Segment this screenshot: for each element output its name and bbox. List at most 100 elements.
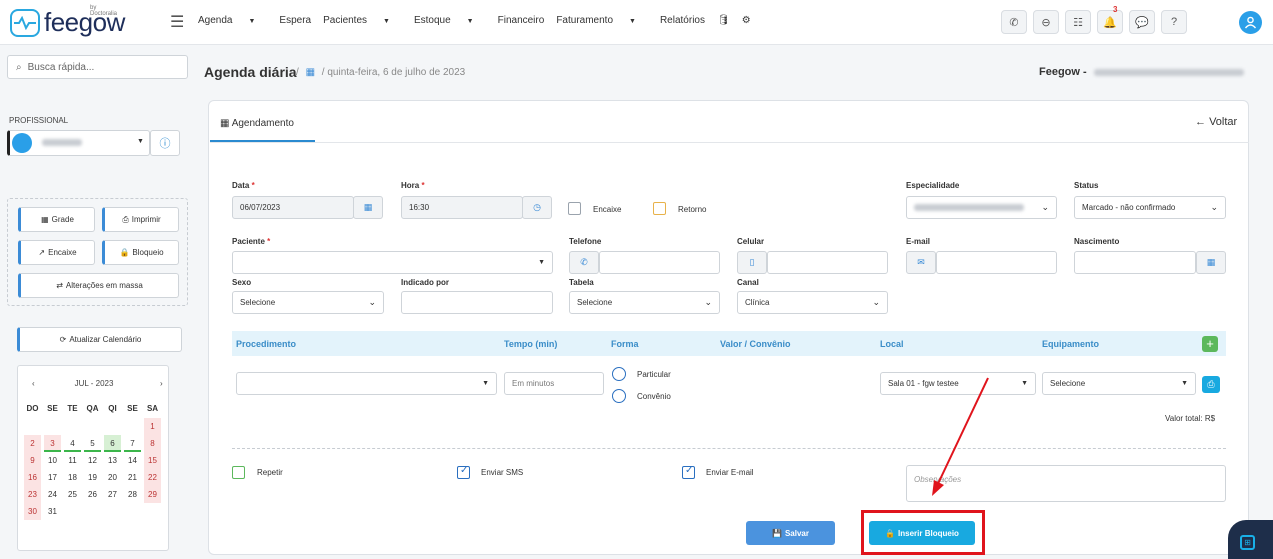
list-icon[interactable]: ☷ [1065,10,1091,34]
sexo-select[interactable]: Selecione ⌄ [232,291,384,314]
calendar-day[interactable]: 19 [84,469,101,486]
col-local: Local [880,339,904,349]
calendar-day[interactable]: 9 [24,452,41,469]
nav-financeiro[interactable]: Financeiro [498,15,545,26]
nav-estoque[interactable]: Estoque ▼ [414,15,486,26]
help-icon[interactable]: ? [1161,10,1187,34]
celular-label: Celular [737,237,765,246]
add-procedure-button[interactable]: + [1202,336,1218,352]
calendar-day[interactable]: 11 [64,452,81,469]
grade-button[interactable]: ▦ Grade [18,207,95,232]
calendar-day[interactable]: 26 [84,486,101,503]
canal-select[interactable]: Clínica ⌄ [737,291,888,314]
voltar-link[interactable]: ← Voltar [1195,116,1237,128]
retorno-checkbox[interactable] [653,202,666,215]
calendar-day[interactable]: 29 [144,486,161,503]
paciente-select[interactable]: ▼ [232,251,553,274]
hora-input[interactable]: 16:30 [401,196,523,219]
save-icon: 💾 [772,528,782,538]
calendar-day[interactable]: 6 [104,435,121,452]
telefone-input[interactable] [599,251,720,274]
nav-agenda[interactable]: Agenda ▼ [198,15,267,26]
calendar-day[interactable]: 23 [24,486,41,503]
celular-input[interactable] [767,251,888,274]
mobile-icon: ▯ [737,251,767,274]
lock-icon: 🔒 [119,248,130,257]
bell-icon[interactable]: 🔔 3 [1097,5,1123,34]
calendar-day[interactable]: 27 [104,486,121,503]
calendar-day[interactable]: 31 [44,503,61,520]
calendar-icon[interactable]: ▦ [353,196,383,219]
email-input[interactable] [936,251,1057,274]
nav-espera[interactable]: Espera [279,15,311,26]
especialidade-select[interactable]: ⌄ [906,196,1057,219]
gear-icon[interactable]: ⚙ [742,15,751,26]
calendar-day[interactable]: 5 [84,435,101,452]
search-input[interactable]: ⌕ Busca rápida... [7,55,188,79]
calendar-day[interactable]: 21 [124,469,141,486]
calendar-day[interactable]: 3 [44,435,61,452]
calendar-day[interactable]: 22 [144,469,161,486]
calendar-day[interactable]: 16 [24,469,41,486]
indicado-input[interactable] [401,291,553,314]
enviar-email-checkbox[interactable] [682,465,695,479]
tab-agendamento[interactable]: ▦ Agendamento [220,118,294,129]
printer-icon[interactable]: ⎙ [1202,376,1220,393]
calendar-day[interactable]: 2 [24,435,41,452]
hamburger-icon[interactable]: ☰ [170,12,184,32]
nav-pacientes[interactable]: Pacientes ▼ [323,15,402,26]
tempo-input[interactable]: Em minutos [504,372,604,395]
data-input[interactable]: 06/07/2023 [232,196,354,219]
calendar-day[interactable]: 8 [144,435,161,452]
enviar-sms-checkbox[interactable] [457,465,470,479]
next-month-icon[interactable]: › [160,379,163,388]
calendar-day[interactable]: 25 [64,486,81,503]
nascimento-input[interactable] [1074,251,1196,274]
database-icon[interactable]: 🛢 [717,15,730,26]
calendar-day[interactable]: 13 [104,452,121,469]
encaixe-button[interactable]: ↗ Encaixe [18,240,95,265]
convenio-radio[interactable] [612,389,626,403]
calendar-day[interactable]: 14 [124,452,141,469]
calendar-day[interactable]: 10 [44,452,61,469]
procedimento-select[interactable]: ▼ [236,372,497,395]
equipamento-select[interactable]: Selecione ▼ [1042,372,1196,395]
calendar-day[interactable]: 15 [144,452,161,469]
breadcrumb: / ▦ / quinta-feira, 6 de julho de 2023 [296,67,466,78]
particular-radio[interactable] [612,367,626,381]
calendar-day[interactable]: 24 [44,486,61,503]
feegow-logo[interactable]: feegow by Doctoralia [10,5,125,38]
info-icon[interactable]: ⓘ [150,130,180,156]
canal-label: Canal [737,278,759,287]
calendar-icon[interactable]: ▦ [1196,251,1226,274]
section-divider [232,448,1226,449]
calendar-day[interactable]: 20 [104,469,121,486]
bloqueio-button[interactable]: 🔒 Bloqueio [102,240,179,265]
salvar-button[interactable]: 💾 Salvar [746,521,835,545]
calendar-day[interactable]: 18 [64,469,81,486]
calendar-day[interactable]: 17 [44,469,61,486]
alteracoes-em-massa-button[interactable]: ⇄ Alterações em massa [18,273,179,298]
profissional-select[interactable]: ▼ [7,130,150,156]
chat-widget-button[interactable]: ⊞ [1228,520,1273,559]
car-icon[interactable]: ⊖ [1033,10,1059,34]
user-avatar-icon[interactable] [1239,11,1262,34]
telefone-label: Telefone [569,237,602,246]
calendar-day[interactable]: 12 [84,452,101,469]
nav-faturamento[interactable]: Faturamento ▼ [556,15,648,26]
calendar-day[interactable]: 30 [24,503,41,520]
status-select[interactable]: Marcado - não confirmado ⌄ [1074,196,1226,219]
repetir-checkbox[interactable] [232,466,245,479]
atualizar-calendario-button[interactable]: ⟳ Atualizar Calendário [17,327,182,352]
phone-icon[interactable]: ✆ [1001,10,1027,34]
calendar-day[interactable]: 7 [124,435,141,452]
imprimir-button[interactable]: ⎙ Imprimir [102,207,179,232]
encaixe-checkbox[interactable] [568,202,581,215]
calendar-day[interactable]: 1 [144,418,161,435]
chat-icon[interactable]: 💬 [1129,10,1155,34]
nav-relatorios[interactable]: Relatórios [660,15,705,26]
tabela-select[interactable]: Selecione ⌄ [569,291,720,314]
calendar-day[interactable]: 28 [124,486,141,503]
calendar-day[interactable]: 4 [64,435,81,452]
clock-icon[interactable]: ◷ [522,196,552,219]
